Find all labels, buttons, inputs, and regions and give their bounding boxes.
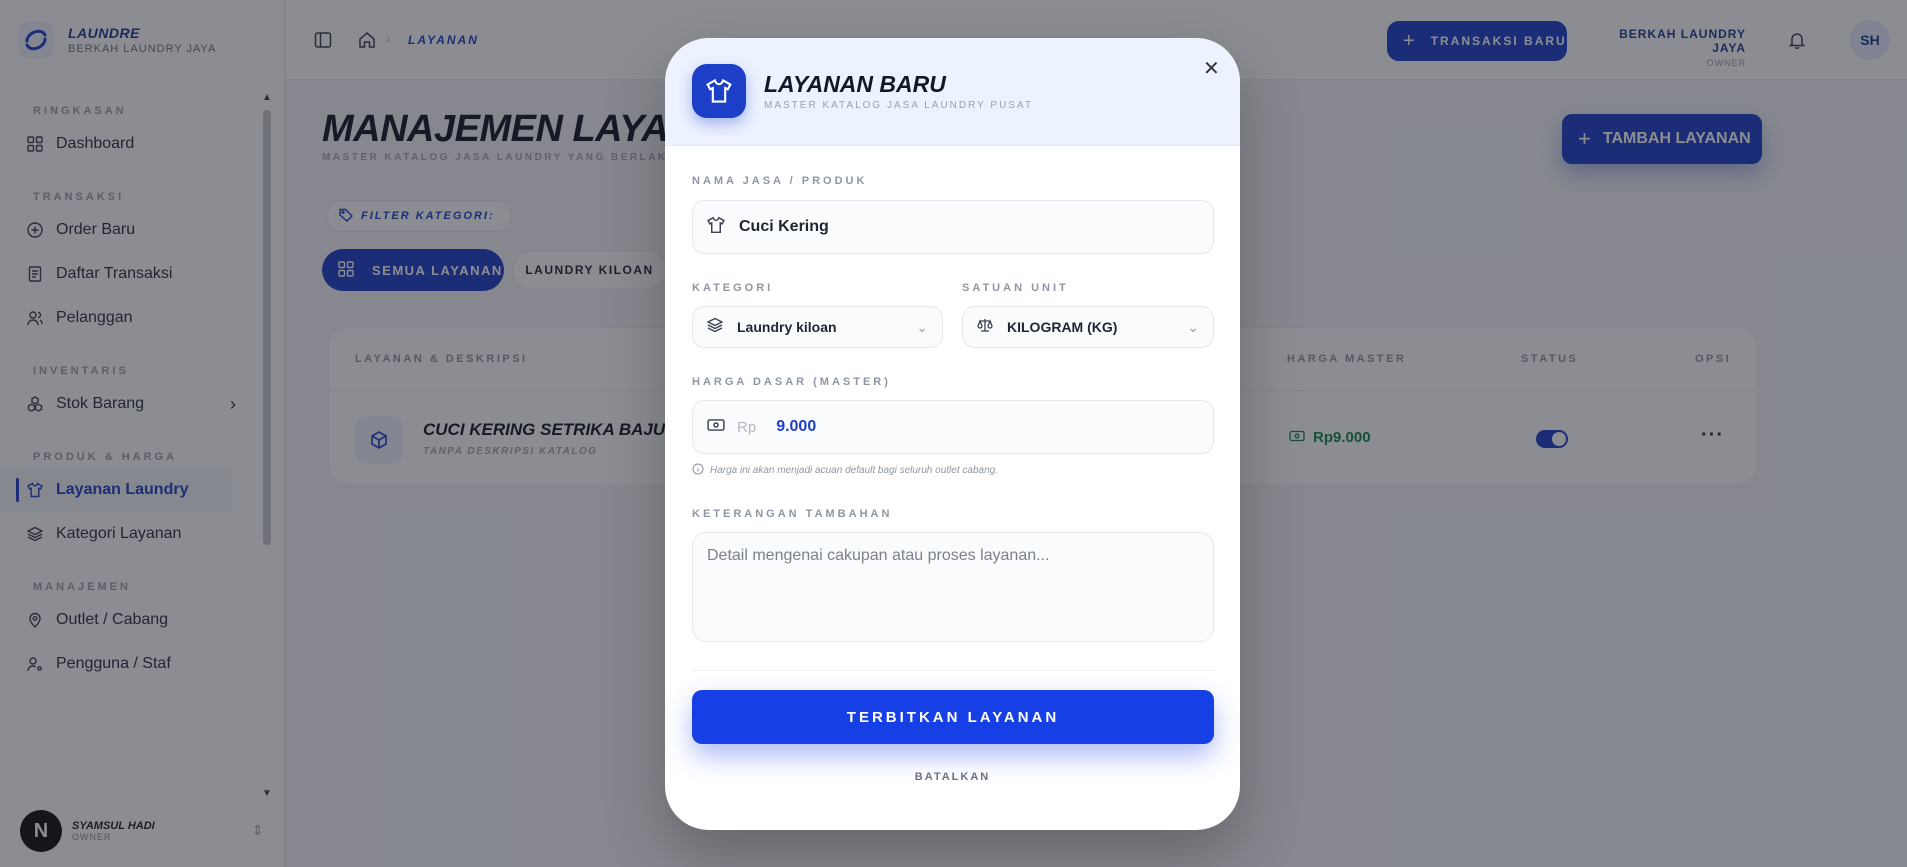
new-service-modal: LAYANAN BARU MASTER KATALOG JASA LAUNDRY…: [665, 38, 1240, 830]
modal-subtitle: MASTER KATALOG JASA LAUNDRY PUSAT: [764, 100, 1034, 111]
app-root: LAUNDRE BERKAH LAUNDRY JAYA RINGKASAN Da…: [0, 0, 1907, 867]
category-value: Laundry kiloan: [737, 319, 837, 335]
shirt-icon: [692, 64, 746, 118]
price-prefix: Rp: [737, 418, 757, 436]
service-name-value: Cuci Kering: [739, 218, 829, 235]
layers-icon: [706, 317, 724, 338]
publish-service-button[interactable]: TERBITKAN LAYANAN: [692, 690, 1214, 744]
chevron-down-icon: ⌄: [1187, 318, 1199, 335]
notes-textarea[interactable]: Detail mengenai cakupan atau proses laya…: [692, 532, 1214, 642]
price-hint-text: Harga ini akan menjadi acuan default bag…: [710, 465, 998, 476]
modal-header: LAYANAN BARU MASTER KATALOG JASA LAUNDRY…: [665, 38, 1240, 146]
price-hint: Harga ini akan menjadi acuan default bag…: [692, 463, 998, 478]
info-icon: [692, 463, 704, 478]
banknote-icon: [707, 418, 725, 437]
price-value: 9.000: [776, 418, 817, 435]
name-field-label: NAMA JASA / PRODUK: [692, 175, 868, 187]
category-select[interactable]: Laundry kiloan ⌄: [692, 306, 943, 348]
cancel-button[interactable]: BATALKAN: [665, 771, 1240, 783]
unit-select[interactable]: KILOGRAM (KG) ⌄: [962, 306, 1214, 348]
modal-divider: [692, 670, 1214, 671]
price-field[interactable]: Rp 9.000: [692, 400, 1214, 454]
unit-value: KILOGRAM (KG): [1007, 319, 1118, 335]
unit-field-label: SATUAN UNIT: [962, 282, 1069, 294]
service-name-field[interactable]: Cuci Kering: [692, 200, 1214, 254]
close-icon[interactable]: ✕: [1203, 56, 1220, 81]
chevron-down-icon: ⌄: [916, 318, 928, 335]
price-field-label: HARGA DASAR (MASTER): [692, 376, 891, 388]
scale-icon: [977, 317, 993, 338]
modal-title: LAYANAN BARU: [764, 71, 946, 97]
shirt-icon: [707, 216, 725, 239]
category-field-label: KATEGORI: [692, 282, 774, 294]
notes-field-label: KETERANGAN TAMBAHAN: [692, 508, 893, 520]
